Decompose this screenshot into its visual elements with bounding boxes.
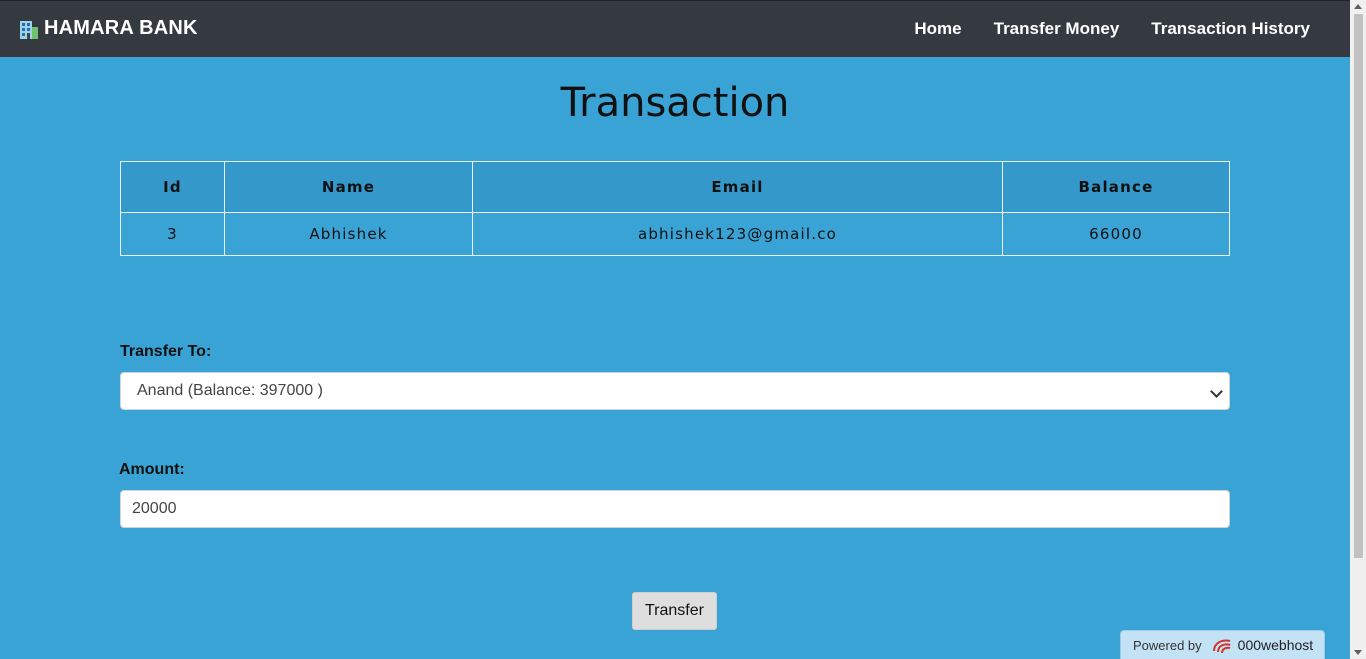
scrollbar-thumb[interactable] xyxy=(1354,14,1363,558)
account-table: Id Name Email Balance 3 Abhishek abhishe… xyxy=(120,161,1230,256)
powered-by-text: Powered by xyxy=(1133,637,1202,653)
transfer-to-selected-value: Anand (Balance: 397000 ) xyxy=(137,382,323,399)
powered-by-badge[interactable]: Powered by 000webhost xyxy=(1120,630,1325,659)
transfer-to-label: Transfer To: xyxy=(120,343,212,360)
nav-transfer-money[interactable]: Transfer Money xyxy=(994,19,1120,39)
cell-name: Abhishek xyxy=(224,212,473,256)
cell-balance: 66000 xyxy=(1002,212,1230,256)
header-email: Email xyxy=(472,161,1003,213)
building-icon xyxy=(20,20,38,39)
cell-email: abhishek123@gmail.co xyxy=(472,212,1003,256)
brand-link[interactable]: HAMARA BANK xyxy=(18,17,198,40)
header-balance: Balance xyxy=(1002,161,1230,213)
cell-id: 3 xyxy=(120,212,225,256)
header-id: Id xyxy=(120,161,225,213)
navbar: HAMARA BANK Home Transfer Money Transact… xyxy=(0,0,1350,57)
amount-input[interactable] xyxy=(120,490,1230,528)
nav-home[interactable]: Home xyxy=(914,19,961,39)
nav-links: Home Transfer Money Transaction History xyxy=(914,19,1310,39)
scroll-up-arrow-icon[interactable] xyxy=(1354,4,1362,9)
000webhost-brand-text: 000webhost xyxy=(1237,637,1314,653)
transfer-button[interactable]: Transfer xyxy=(632,592,717,630)
page-scrollbar[interactable] xyxy=(1350,0,1366,659)
table-header-row: Id Name Email Balance xyxy=(120,161,1230,213)
nav-transaction-history[interactable]: Transaction History xyxy=(1151,19,1310,39)
000webhost-logo-icon xyxy=(1212,639,1230,654)
transfer-to-select[interactable]: Anand (Balance: 397000 ) xyxy=(120,372,1230,410)
table-row: 3 Abhishek abhishek123@gmail.co 66000 xyxy=(120,212,1230,256)
chevron-down-icon xyxy=(1210,385,1223,398)
page-title: Transaction xyxy=(560,80,790,126)
scroll-down-arrow-icon[interactable] xyxy=(1354,650,1362,655)
amount-label: Amount: xyxy=(119,461,185,478)
brand-name: HAMARA BANK xyxy=(44,17,198,39)
header-name: Name xyxy=(224,161,473,213)
